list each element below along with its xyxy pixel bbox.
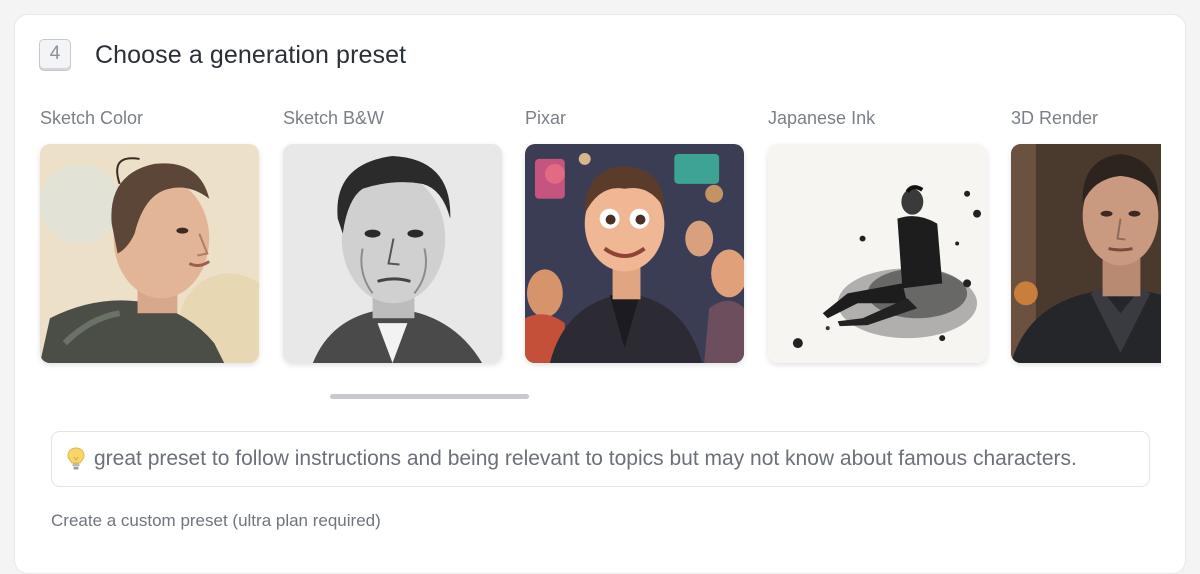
preset-label: Japanese Ink: [768, 108, 876, 128]
preset-thumbnail-3d-render[interactable]: [1011, 144, 1161, 363]
japanese-ink-figure-image: [768, 144, 987, 363]
section-title: Choose a generation preset: [95, 41, 407, 69]
preset-japanese-ink[interactable]: Japanese Ink: [768, 105, 988, 363]
preset-label: Sketch Color: [40, 108, 144, 128]
preset-carousel[interactable]: Sketch Color Sketch B&W Pixar Japanese I…: [15, 105, 1161, 375]
preset-info-text: great preset to follow instructions and …: [94, 447, 1077, 470]
preset-pixar[interactable]: Pixar: [525, 105, 745, 363]
preset-sketch-bw[interactable]: Sketch B&W: [283, 105, 503, 363]
preset-section-card: 4 Choose a generation preset Sketch Colo…: [14, 14, 1186, 574]
preset-3d-render[interactable]: 3D Render: [1011, 105, 1161, 363]
step-number-badge: 4: [39, 39, 71, 71]
preset-label: Pixar: [525, 108, 567, 128]
pixar-character-image: [525, 144, 744, 363]
preset-info-box: great preset to follow instructions and …: [51, 431, 1150, 487]
3d-render-portrait-image: [1011, 144, 1161, 363]
preset-thumbnail-japanese-ink[interactable]: [768, 144, 987, 363]
sketch-color-portrait-image: [40, 144, 259, 363]
preset-thumbnail-sketch-color[interactable]: [40, 144, 259, 363]
preset-label: Sketch B&W: [283, 108, 385, 128]
lightbulb-icon: [67, 447, 85, 470]
preset-thumbnail-sketch-bw[interactable]: [283, 144, 502, 363]
preset-sketch-color[interactable]: Sketch Color: [40, 105, 260, 363]
sketch-bw-portrait-image: [283, 144, 502, 363]
preset-label: 3D Render: [1011, 108, 1099, 128]
create-custom-preset-link[interactable]: Create a custom preset (ultra plan requi…: [51, 511, 381, 531]
preset-thumbnail-pixar[interactable]: [525, 144, 744, 363]
carousel-scrollbar-thumb[interactable]: [330, 394, 529, 399]
